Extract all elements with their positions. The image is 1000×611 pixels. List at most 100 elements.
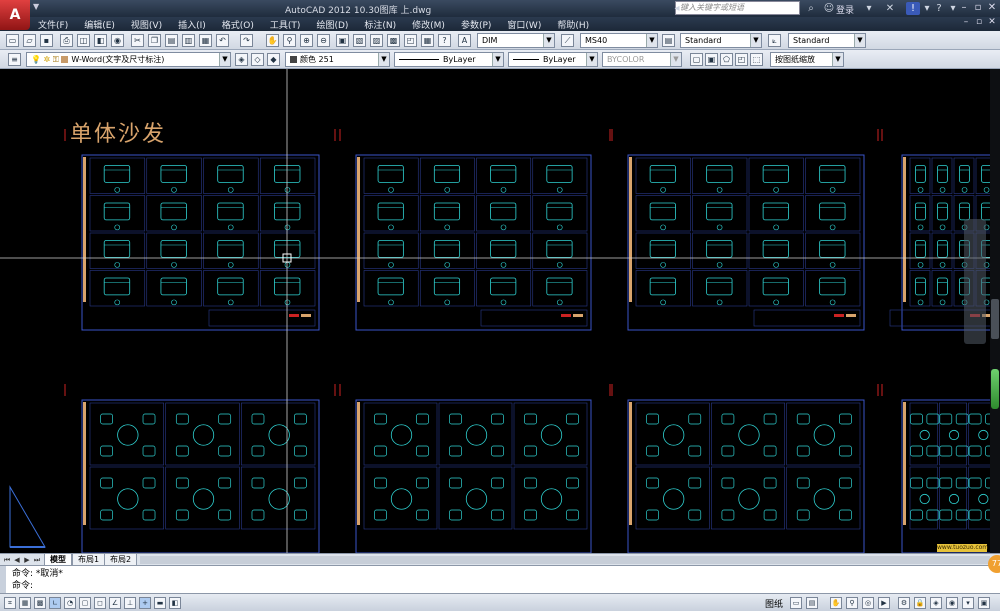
login-button[interactable]: 登录 [836, 3, 854, 16]
single-viewport-icon[interactable]: ▣ [705, 53, 718, 66]
layer-previous-icon[interactable]: ◇ [251, 53, 264, 66]
multileader-style-select[interactable]: Standard ▼ [788, 33, 866, 48]
toolbar-lock-icon[interactable]: 🔒 [914, 597, 926, 609]
navigation-bar[interactable] [964, 219, 986, 344]
paste-icon[interactable]: ▤ [165, 34, 178, 47]
menu-draw[interactable]: 绘图(D) [308, 18, 356, 31]
workspace-switch-icon[interactable]: ⚙ [898, 597, 910, 609]
redo-icon[interactable]: ↷ [240, 34, 253, 47]
dynamic-ucs-icon[interactable]: ⊥ [124, 597, 136, 609]
menu-insert[interactable]: 插入(I) [170, 18, 214, 31]
steering-wheel-icon[interactable]: ◎ [862, 597, 874, 609]
design-center-icon[interactable]: ▧ [353, 34, 366, 47]
text-style-select[interactable]: MS40 ▼ [580, 33, 658, 48]
text-style-icon[interactable]: A [458, 34, 471, 47]
viewport-scale-select[interactable]: 按图纸缩放 ▼ [770, 52, 844, 67]
hardware-acceleration-icon[interactable]: ◈ [930, 597, 942, 609]
plot-preview-icon[interactable]: ◫ [77, 34, 90, 47]
next-tab-icon[interactable]: ▶ [22, 555, 32, 565]
zoom-realtime-icon[interactable]: ⚲ [283, 34, 296, 47]
dimension-style-icon[interactable]: ⟋ [561, 34, 574, 47]
status-menu-icon[interactable]: ▾ [962, 597, 974, 609]
quick-access-dropdown-icon[interactable]: ▼ [33, 2, 39, 11]
3d-object-snap-icon[interactable]: ◻ [94, 597, 106, 609]
dim-style-select[interactable]: DIM ▼ [477, 33, 555, 48]
layer-select[interactable]: 💡 ✲ ⚿ W-Word(文字及尺寸标注) ▼ [26, 52, 231, 67]
tool-palettes-icon[interactable]: ▨ [370, 34, 383, 47]
quickcalc-icon[interactable]: ▦ [421, 34, 434, 47]
vertical-scrollbar-thumb[interactable] [991, 299, 999, 339]
drawing-area[interactable]: 单体沙发 www.tuozuo.com [0, 69, 1000, 553]
zoom-previous-icon[interactable]: ⊖ [317, 34, 330, 47]
zoom-status-icon[interactable]: ⚲ [846, 597, 858, 609]
doc-restore-icon[interactable]: ▫ [973, 17, 985, 30]
menu-dimension[interactable]: 标注(N) [356, 18, 404, 31]
new-icon[interactable]: ▭ [6, 34, 19, 47]
table-style-icon[interactable]: ▤ [662, 34, 675, 47]
sheet-set-icon[interactable]: ▩ [387, 34, 400, 47]
menu-format[interactable]: 格式(O) [214, 18, 262, 31]
lineweight-select[interactable]: ByLayer ▼ [508, 52, 598, 67]
object-snap-tracking-icon[interactable]: ∠ [109, 597, 121, 609]
doc-minimize-icon[interactable]: – [960, 17, 972, 30]
help-search-input[interactable]: 键入关键字或短语 [675, 1, 800, 15]
command-prompt[interactable]: 命令: [12, 580, 33, 592]
ortho-mode-icon[interactable]: ∟ [49, 597, 61, 609]
pan-icon[interactable]: ✋ [266, 34, 279, 47]
prev-tab-icon[interactable]: ◀ [12, 555, 22, 565]
login-dropdown-icon[interactable]: ▾ [862, 2, 876, 15]
horizontal-scrollbar[interactable] [140, 556, 990, 564]
menu-help[interactable]: 帮助(H) [549, 18, 597, 31]
menu-tools[interactable]: 工具(T) [262, 18, 309, 31]
pan-status-icon[interactable]: ✋ [830, 597, 842, 609]
layer-properties-icon[interactable]: ≡ [8, 53, 21, 66]
convert-viewport-icon[interactable]: ◰ [735, 53, 748, 66]
clip-viewport-icon[interactable]: ⬚ [750, 53, 763, 66]
properties-icon[interactable]: ▣ [336, 34, 349, 47]
block-editor-icon[interactable]: ▦ [199, 34, 212, 47]
save-icon[interactable]: ▪ [40, 34, 53, 47]
color-select[interactable]: 颜色 251 ▼ [285, 52, 390, 67]
application-menu-button[interactable]: A [0, 0, 30, 30]
menu-file[interactable]: 文件(F) [30, 18, 76, 31]
grid-display-icon[interactable]: ▩ [34, 597, 46, 609]
user-icon[interactable]: ☺ [822, 2, 836, 15]
menu-view[interactable]: 视图(V) [123, 18, 170, 31]
publish-icon[interactable]: ◧ [94, 34, 107, 47]
communication-center-icon[interactable]: ! [906, 2, 920, 15]
lineweight-toggle-icon[interactable]: ▬ [154, 597, 166, 609]
notification-badge[interactable]: 77 [988, 555, 1000, 573]
copy-icon[interactable]: ❐ [148, 34, 161, 47]
polar-tracking-icon[interactable]: ◔ [64, 597, 76, 609]
3d-dwf-icon[interactable]: ◉ [111, 34, 124, 47]
menu-parametric[interactable]: 参数(P) [453, 18, 499, 31]
menu-modify[interactable]: 修改(M) [404, 18, 453, 31]
polygonal-viewport-icon[interactable]: ⬠ [720, 53, 733, 66]
search-expand-icon[interactable]: ◂ [670, 2, 684, 15]
command-line[interactable]: 命令: *取消* 命令: [0, 565, 1000, 594]
menu-edit[interactable]: 编辑(E) [76, 18, 123, 31]
close-icon[interactable]: ✕ [986, 2, 998, 14]
cut-icon[interactable]: ✂ [131, 34, 144, 47]
doc-close-icon[interactable]: ✕ [986, 17, 998, 30]
zoom-window-icon[interactable]: ⊕ [300, 34, 313, 47]
viewport-icon[interactable]: ▢ [690, 53, 703, 66]
match-properties-icon[interactable]: ▥ [182, 34, 195, 47]
restore-icon[interactable]: ▫ [972, 2, 984, 14]
minimize-icon[interactable]: – [958, 2, 970, 14]
snap-mode-icon[interactable]: ▦ [19, 597, 31, 609]
exchange-icon[interactable]: ✕ [883, 2, 897, 15]
object-snap-icon[interactable]: ▢ [79, 597, 91, 609]
isolate-objects-icon[interactable]: ◉ [946, 597, 958, 609]
make-current-layer-icon[interactable]: ◈ [235, 53, 248, 66]
linetype-select[interactable]: ByLayer ▼ [394, 52, 504, 67]
last-tab-icon[interactable]: ⏭ [32, 555, 42, 565]
help-toolbar-icon[interactable]: ? [438, 34, 451, 47]
markup-icon[interactable]: ◰ [404, 34, 417, 47]
menu-window[interactable]: 窗口(W) [499, 18, 549, 31]
clean-screen-icon[interactable]: ▣ [978, 597, 990, 609]
quick-view-layouts-icon[interactable]: ▭ [790, 597, 802, 609]
plot-icon[interactable]: ⎙ [60, 34, 73, 47]
quick-view-drawings-icon[interactable]: ▤ [806, 597, 818, 609]
help-icon[interactable]: ? [932, 2, 946, 15]
